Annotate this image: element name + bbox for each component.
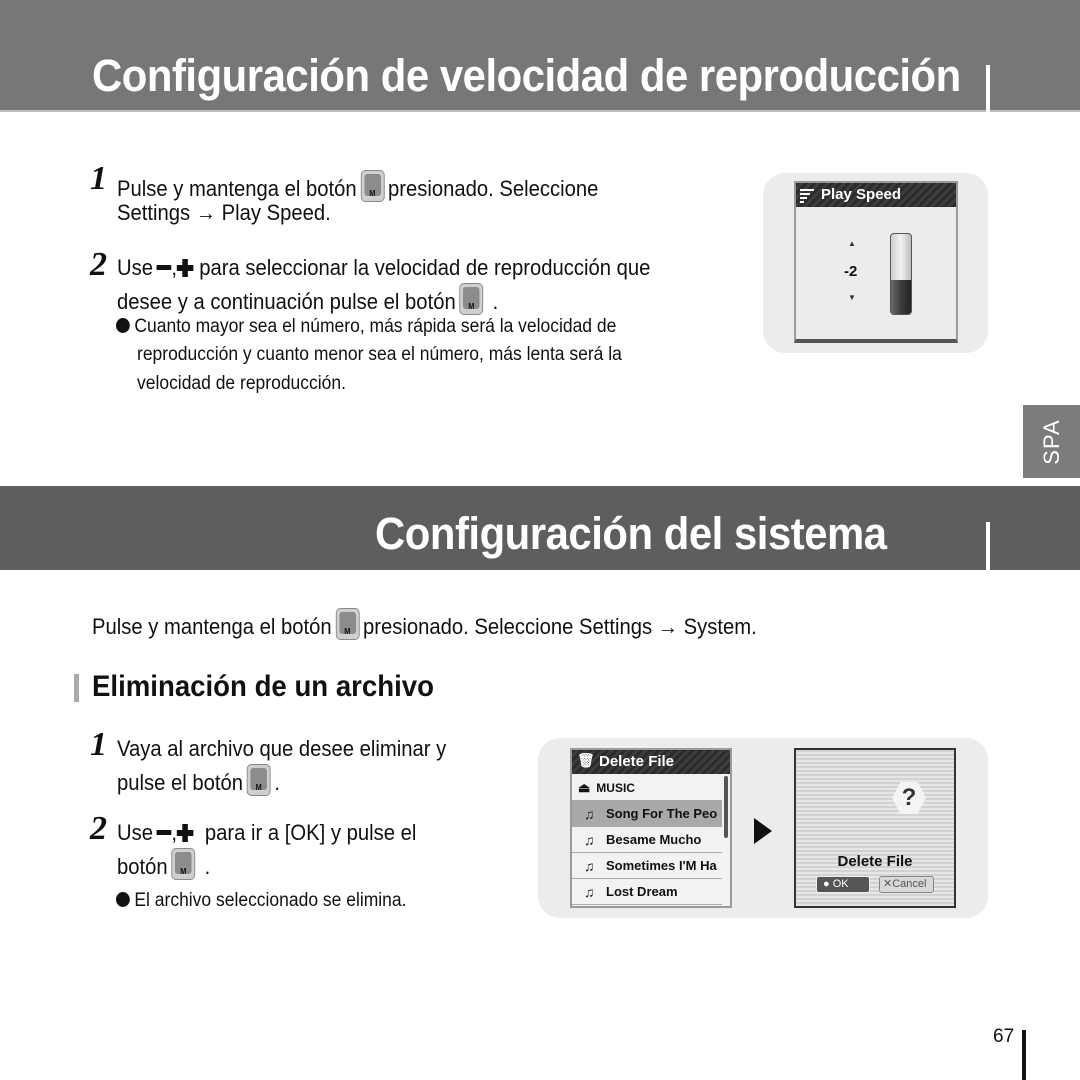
step-number: 2	[90, 246, 107, 283]
note-text: Cuanto mayor sea el número, más rápida s…	[116, 313, 616, 341]
section-title: Configuración de velocidad de reproducci…	[92, 50, 961, 101]
step-text: desee y a continuación pulse el botón M .	[117, 283, 498, 316]
lcd-screen: Play Speed ▲ -2 ▼	[794, 181, 958, 343]
file-name: Lost Dream	[606, 884, 678, 899]
step-text-part: presionado. Seleccione	[387, 176, 599, 201]
note-text: El archivo seleccionado se elimina.	[116, 887, 406, 915]
file-list-item[interactable]: ♫ Besame Mucho	[572, 827, 722, 853]
cancel-button[interactable]: ✕Cancel	[879, 876, 934, 893]
step-text: Vaya al archivo que desee eliminar y	[117, 736, 447, 761]
step-number: 1	[90, 160, 107, 197]
menu-button-icon: M	[459, 283, 484, 315]
scrollbar	[724, 776, 728, 838]
section-banner-system: Configuración del sistema	[0, 486, 1080, 570]
music-file-icon: ♫	[584, 883, 595, 900]
lcd-header: 🗑 Delete File	[572, 750, 730, 774]
file-name: Besame Mucho	[606, 832, 702, 847]
folder-row: ⏏ MUSIC	[572, 775, 722, 801]
device-screenshot-delete-file: 🗑 Delete File ⏏ MUSIC ♫ Song For The Peo ♫…	[538, 738, 988, 918]
page-number: 67	[993, 1026, 1015, 1047]
lcd-screen-file-list: 🗑 Delete File ⏏ MUSIC ♫ Song For The Peo ♫…	[570, 748, 732, 908]
bullet-icon	[116, 318, 130, 333]
plus-icon	[177, 259, 194, 277]
file-list-item[interactable]: ♫ Song For The Peo	[572, 801, 722, 827]
lcd-screen-delete-dialog: ? Delete File ● OK ✕Cancel	[794, 748, 956, 908]
title-divider	[986, 65, 990, 113]
down-arrow-icon: ▼	[848, 293, 856, 302]
page-number-divider	[1022, 1030, 1026, 1080]
question-icon: ?	[892, 782, 926, 814]
minus-icon	[156, 265, 172, 270]
ok-icon: ●	[823, 878, 830, 890]
section-banner-play-speed: Configuración de velocidad de reproducci…	[0, 0, 1080, 113]
bullet-icon	[116, 892, 130, 907]
cancel-icon: ✕	[883, 878, 893, 890]
note-text: velocidad de reproducción.	[137, 373, 346, 394]
file-name: Sometimes I'M Ha	[606, 858, 717, 873]
file-name: Song For The Peo	[606, 806, 718, 821]
speed-value: -2	[844, 263, 858, 280]
subheading: Eliminación de un archivo	[92, 670, 435, 703]
title-divider	[986, 522, 990, 570]
step-text-part: para seleccionar la velocidad de reprodu…	[199, 255, 651, 280]
dialog-title: Delete File	[837, 853, 913, 870]
folder-icon: ⏏	[578, 779, 591, 795]
speed-level-gauge	[890, 233, 912, 315]
minus-icon	[156, 830, 172, 835]
plus-icon	[177, 824, 194, 842]
language-tab-label: SPA	[1038, 418, 1064, 465]
menu-button-icon: M	[171, 848, 196, 880]
music-file-icon: ♫	[584, 857, 595, 874]
step-text-part: desee y a continuación pulse el botón	[117, 289, 456, 314]
lcd-header-title: Play Speed	[821, 186, 902, 203]
file-list-item[interactable]: ♫ Sometimes I'M Ha	[572, 853, 722, 879]
step-number: 2	[90, 810, 107, 847]
step-text: Use, para seleccionar la velocidad de re…	[117, 254, 650, 282]
speed-level-fill	[891, 280, 911, 314]
lcd-header: Play Speed	[796, 183, 956, 207]
intro-text: Pulse y mantenga el botón Mpresionado. Se…	[92, 608, 757, 641]
step-number: 1	[90, 726, 107, 763]
subheading-marker	[74, 674, 79, 702]
step-text: Use, para ir a [OK] y pulse el	[117, 820, 417, 845]
step-text-part: Use	[117, 255, 153, 280]
step-text: Settings → Play Speed.	[117, 200, 331, 225]
step-text: botón M .	[117, 848, 210, 881]
music-file-icon: ♫	[584, 805, 595, 822]
menu-button-icon: M	[335, 608, 360, 640]
menu-button-icon: M	[246, 764, 271, 796]
section-title: Configuración del sistema	[375, 508, 887, 559]
music-file-icon: ♫	[584, 831, 595, 848]
ok-button[interactable]: ● OK	[816, 876, 870, 893]
step-text-part: Pulse y mantenga el botón	[117, 176, 357, 201]
device-screenshot-play-speed: Play Speed ▲ -2 ▼	[763, 173, 988, 353]
lcd-header-title: Delete File	[599, 753, 675, 770]
note-text: reproducción y cuanto menor sea el númer…	[137, 344, 622, 365]
menu-button-icon: M	[360, 170, 385, 202]
next-arrow-icon	[754, 818, 772, 844]
file-list-item[interactable]: ♫ Lost Dream	[572, 879, 722, 905]
language-tab: SPA	[1023, 405, 1080, 478]
step-text: pulse el botón M.	[117, 764, 280, 797]
trash-icon: 🗑	[577, 752, 595, 768]
list-icon	[800, 188, 814, 203]
up-arrow-icon: ▲	[848, 239, 856, 248]
